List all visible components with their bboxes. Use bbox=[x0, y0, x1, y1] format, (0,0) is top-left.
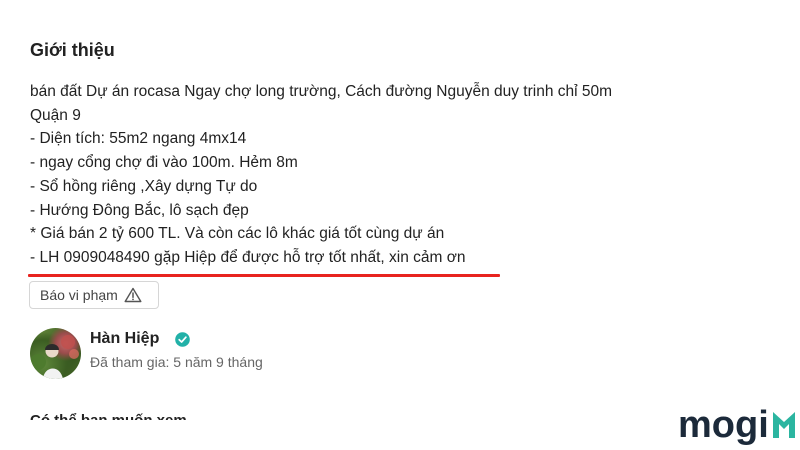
listing-intro-panel: Giới thiệu bán đất Dự án rocasa Ngay chợ… bbox=[0, 0, 800, 420]
listing-description: bán đất Dự án rocasa Ngay chợ long trườn… bbox=[30, 80, 770, 270]
warning-triangle-icon bbox=[124, 287, 142, 303]
user-name[interactable]: Hàn Hiệp bbox=[90, 330, 159, 348]
mogi-mark-icon bbox=[771, 409, 797, 439]
description-line: - Hướng Đông Bắc, lô sạch đẹp bbox=[30, 201, 249, 219]
description-line: - ngay cổng chợ đi vào 100m. Hẻm 8m bbox=[30, 154, 298, 172]
highlight-underline bbox=[28, 274, 500, 277]
mogi-logo: mogi bbox=[678, 405, 797, 445]
description-line: - Sổ hồng riêng ,Xây dựng Tự do bbox=[30, 177, 258, 195]
contact-line: - LH 0909048490 gặp Hiệp để được hỗ trợ … bbox=[30, 248, 466, 266]
description-line: bán đất Dự án rocasa Ngay chợ long trườn… bbox=[30, 83, 613, 100]
verified-check-icon bbox=[175, 332, 190, 347]
logo-text: mogi bbox=[678, 404, 769, 446]
description-line: - Diện tích: 55m2 ngang 4mx14 bbox=[30, 130, 247, 148]
report-violation-label: Báo vi phạm bbox=[40, 287, 118, 303]
report-violation-button[interactable]: Báo vi phạm bbox=[29, 281, 159, 309]
user-joined-duration: Đã tham gia: 5 năm 9 tháng bbox=[90, 354, 263, 370]
related-listings-heading: Có thể bạn muốn xem bbox=[30, 412, 187, 420]
section-title: Giới thiệu bbox=[30, 40, 115, 60]
description-line: * Giá bán 2 tỷ 600 TL. Và còn các lô khá… bbox=[30, 225, 445, 243]
description-line: Quận 9 bbox=[30, 106, 81, 124]
user-avatar[interactable] bbox=[30, 328, 81, 379]
